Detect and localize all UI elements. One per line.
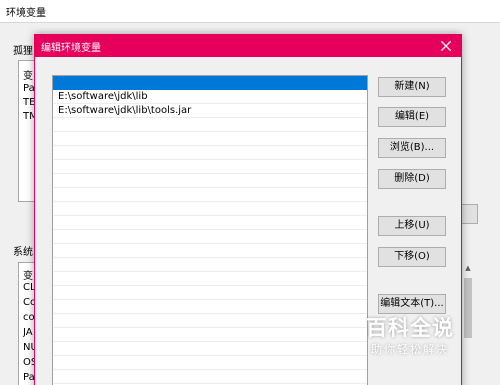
path-list[interactable]: E:\software\jdk\lib E:\software\jdk\lib\… [52, 75, 368, 385]
scroll-up-arrow-icon[interactable]: ▲ [462, 264, 474, 272]
path-row-empty[interactable] [53, 202, 367, 216]
path-row-empty[interactable] [53, 314, 367, 328]
bg-user-delete-button[interactable] [460, 204, 478, 224]
path-row-empty[interactable] [53, 188, 367, 202]
path-row-empty[interactable] [53, 216, 367, 230]
path-row-empty[interactable] [53, 258, 367, 272]
path-row-text: E:\software\jdk\lib [58, 91, 148, 102]
close-icon [440, 40, 452, 52]
bg-window-title: 环境变量 [6, 8, 46, 19]
path-row-empty[interactable] [53, 300, 367, 314]
path-row-empty[interactable] [53, 286, 367, 300]
new-button[interactable]: 新建(N) [378, 77, 446, 97]
screen: 环境变量 孤狸 变 Pa TE TM 系统 变 CL Co co JA NU O… [0, 0, 500, 385]
move-down-button[interactable]: 下移(O) [378, 247, 446, 267]
path-row-empty[interactable] [53, 118, 367, 132]
move-up-button[interactable]: 上移(U) [378, 216, 446, 236]
dialog-titlebar[interactable]: 编辑环境变量 [35, 35, 461, 57]
watermark-logo: 百科全说 [366, 316, 454, 340]
bg-titlebar: 环境变量 [0, 0, 500, 23]
path-row-text: E:\software\jdk\lib\tools.jar [58, 105, 192, 116]
path-row[interactable]: E:\software\jdk\lib [53, 90, 367, 104]
edit-button[interactable]: 编辑(E) [378, 107, 446, 127]
watermark: 百科全说 助你轻松解决 [330, 300, 490, 360]
dialog-title: 编辑环境变量 [41, 43, 101, 54]
path-row-empty[interactable] [53, 146, 367, 160]
system-vars-section-label: 系统 [13, 247, 33, 258]
path-row-selected[interactable] [53, 76, 367, 90]
path-row-empty[interactable] [53, 370, 367, 384]
path-row-empty[interactable] [53, 244, 367, 258]
browse-button[interactable]: 浏览(B)... [378, 138, 446, 158]
path-row-empty[interactable] [53, 342, 367, 356]
watermark-tagline: 助你轻松解决 [371, 343, 449, 356]
close-button[interactable] [431, 35, 461, 57]
path-row-empty[interactable] [53, 132, 367, 146]
path-row-empty[interactable] [53, 356, 367, 370]
delete-button[interactable]: 删除(D) [378, 169, 446, 189]
path-row-empty[interactable] [53, 272, 367, 286]
path-row-empty[interactable] [53, 160, 367, 174]
path-row[interactable]: E:\software\jdk\lib\tools.jar [53, 104, 367, 118]
user-vars-section-label: 孤狸 [13, 46, 33, 57]
path-row-empty[interactable] [53, 174, 367, 188]
path-row-empty[interactable] [53, 328, 367, 342]
path-row-empty[interactable] [53, 230, 367, 244]
